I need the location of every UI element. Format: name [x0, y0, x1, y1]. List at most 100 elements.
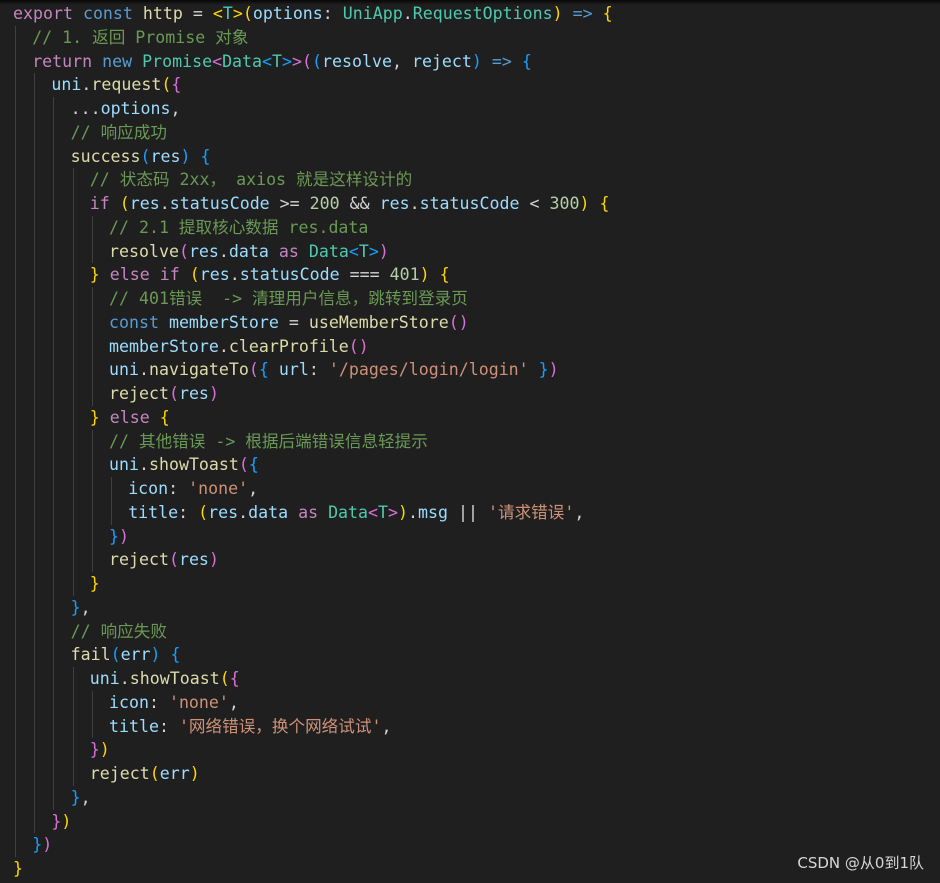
code-line[interactable]: const memberStore = useMemberStore()	[13, 310, 613, 335]
code-token: ,	[80, 597, 91, 617]
code-token: memberStore	[109, 336, 219, 356]
indent-guide	[72, 263, 74, 287]
code-line[interactable]: icon: 'none',	[13, 477, 613, 501]
code-line[interactable]: }	[13, 572, 613, 596]
code-line[interactable]: // 状态码 2xx， axios 就是这样设计的	[13, 168, 613, 192]
code-line[interactable]: })	[13, 738, 613, 762]
indent-guide	[72, 405, 74, 430]
code-token: url	[278, 360, 309, 380]
code-token: '/pages/login/login'	[328, 360, 529, 380]
code-token: if	[159, 265, 180, 285]
indent-guide	[91, 358, 93, 382]
code-line[interactable]: })	[13, 809, 613, 834]
code-token: .	[238, 502, 249, 522]
indent-guide	[111, 477, 112, 501]
code-token: success	[70, 146, 141, 166]
code-line[interactable]: uni.navigateTo({ url: '/pages/login/logi…	[13, 358, 613, 382]
indent-guide	[53, 192, 55, 216]
code-token: (	[248, 360, 259, 380]
code-line[interactable]: // 其他错误 -> 根据后端错误信息轻提示	[13, 429, 613, 454]
code-line[interactable]: // 响应失败	[13, 619, 613, 644]
indent-guide	[72, 762, 74, 786]
code-line[interactable]: fail(err) {	[13, 643, 613, 667]
indent-guide	[15, 334, 16, 359]
code-token: {	[248, 455, 259, 475]
code-token: {	[258, 360, 269, 380]
code-line[interactable]: // 2.1 提取核心数据 res.data	[13, 215, 613, 240]
indent-guide	[91, 690, 93, 715]
code-line[interactable]: // 401错误 -> 清理用户信息，跳转到登录页	[13, 287, 613, 311]
code-token: )	[458, 312, 469, 332]
code-line[interactable]: } else if (res.statusCode === 401) {	[13, 263, 613, 287]
code-token: }	[70, 597, 81, 617]
code-token: '网络错误，换个网络试试'	[178, 716, 382, 736]
code-token: ,	[170, 99, 181, 118]
code-line[interactable]: title: '网络错误，换个网络试试',	[13, 714, 613, 739]
code-token: // 响应失败	[70, 621, 167, 641]
code-line[interactable]: reject(err)	[13, 762, 613, 786]
code-line[interactable]: icon: 'none',	[13, 690, 613, 715]
code-line[interactable]: uni.showToast({	[13, 453, 613, 477]
code-token: reject	[109, 384, 169, 403]
code-line[interactable]: ...options,	[13, 97, 613, 121]
code-line[interactable]: title: (res.data as Data<T>).msg || '请求错…	[13, 500, 613, 525]
indent-guide	[15, 738, 16, 762]
code-line[interactable]: memberStore.clearProfile()	[13, 334, 613, 359]
code-line[interactable]: })	[13, 833, 613, 857]
code-token: {	[521, 51, 532, 71]
indent-guide	[72, 334, 74, 359]
indent-guide	[72, 215, 74, 240]
code-token: )	[378, 241, 389, 261]
code-token: .	[409, 194, 420, 213]
code-token: {	[170, 645, 181, 665]
code-token: (	[168, 384, 179, 403]
indent-guide	[72, 500, 74, 525]
code-token: .	[138, 360, 149, 380]
indent-guide	[34, 500, 36, 525]
code-token: (	[140, 146, 151, 166]
indent-guide	[53, 524, 55, 549]
indent-guide	[72, 192, 74, 216]
code-token: <	[212, 4, 223, 23]
code-line[interactable]: success(res) {	[13, 144, 613, 169]
indent-guide	[53, 144, 55, 169]
code-line[interactable]: resolve(res.data as Data<T>)	[13, 239, 613, 264]
code-token: (	[110, 645, 121, 665]
code-token: (	[242, 4, 253, 23]
code-token: if	[89, 194, 110, 213]
code-line[interactable]: if (res.statusCode >= 200 && res.statusC…	[13, 192, 613, 216]
code-token: 300	[549, 194, 580, 213]
indent-guide	[15, 25, 16, 50]
code-line[interactable]: }	[13, 857, 613, 881]
code-token: title	[128, 502, 179, 522]
code-line[interactable]: uni.showToast({	[13, 667, 613, 691]
code-line[interactable]: reject(res)	[13, 548, 613, 572]
code-editor[interactable]: export const http = <T>(options: UniApp.…	[0, 0, 940, 883]
code-line[interactable]: })	[13, 524, 613, 549]
code-token: uni	[51, 75, 82, 95]
indent-guide	[53, 738, 55, 762]
code-line[interactable]: // 1. 返回 Promise 对象	[13, 25, 613, 50]
code-line[interactable]: reject(res)	[13, 382, 613, 406]
indent-guide	[34, 477, 36, 501]
code-token: :	[158, 716, 179, 736]
code-token: // 2.1 提取核心数据 res.data	[109, 217, 369, 237]
code-area[interactable]: export const http = <T>(options: UniApp.…	[13, 2, 613, 881]
indent-guide	[91, 429, 93, 454]
code-line[interactable]: export const http = <T>(options: UniApp.…	[13, 2, 613, 26]
code-line[interactable]: uni.request({	[13, 73, 613, 97]
code-token: statusCode	[239, 265, 340, 285]
indent-guide	[34, 168, 36, 192]
indent-guide	[34, 144, 36, 169]
indent-guide	[15, 382, 16, 406]
code-line[interactable]: },	[13, 785, 613, 810]
code-line[interactable]: },	[13, 595, 613, 620]
code-line[interactable]: // 响应成功	[13, 120, 613, 145]
code-line[interactable]: return new Promise<Data<T>>((resolve, re…	[13, 49, 613, 74]
indent-guide	[53, 785, 55, 810]
indent-guide	[34, 358, 36, 382]
code-token: >=	[269, 194, 310, 213]
code-line[interactable]: } else {	[13, 405, 613, 430]
